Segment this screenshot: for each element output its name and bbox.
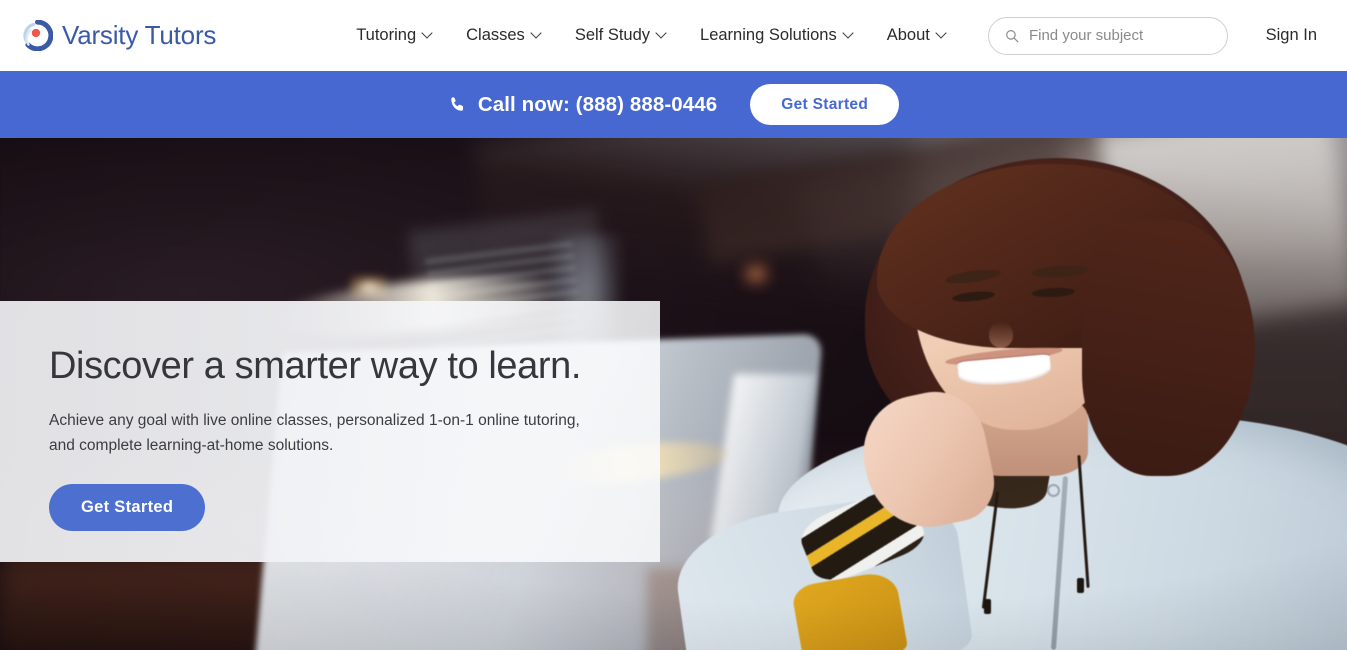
- chevron-down-icon: [937, 29, 946, 38]
- portrait-hair-side: [1081, 219, 1256, 476]
- main-navigation: Tutoring Classes Self Study Learning Sol…: [356, 20, 946, 51]
- site-header: Varsity Tutors Tutoring Classes Self Stu…: [0, 0, 1347, 71]
- nav-item-self-study[interactable]: Self Study: [575, 20, 666, 51]
- search-box[interactable]: [987, 16, 1228, 55]
- hero-get-started-button[interactable]: Get Started: [49, 484, 206, 532]
- portrait-drawstring-tip-left: [983, 598, 991, 614]
- nav-item-tutoring[interactable]: Tutoring: [356, 20, 432, 51]
- portrait-zipper-pull: [1046, 483, 1060, 497]
- hero-subtitle: Achieve any goal with live online classe…: [49, 411, 580, 454]
- banner-get-started-button[interactable]: Get Started: [750, 84, 900, 125]
- call-now-link[interactable]: Call now: (888) 888-0446: [448, 93, 717, 117]
- nav-label: Self Study: [574, 26, 651, 44]
- chevron-down-icon: [657, 29, 666, 38]
- nav-label: Learning Solutions: [700, 26, 837, 44]
- search-input[interactable]: [1028, 27, 1211, 44]
- nav-label: Tutoring: [356, 26, 417, 44]
- hero-section: Discover a smarter way to learn. Achieve…: [0, 138, 1347, 650]
- hero-content: Discover a smarter way to learn. Achieve…: [49, 345, 649, 532]
- nav-label: Classes: [466, 26, 525, 44]
- chevron-down-icon: [423, 29, 432, 38]
- varsity-swirl-logo-icon: [23, 20, 53, 51]
- hero-title: Discover a smarter way to learn.: [49, 345, 582, 387]
- portrait-drawstring-tip-right: [1076, 578, 1084, 594]
- brand-logo-link[interactable]: Varsity Tutors: [22, 20, 216, 51]
- varsity-tutors-homepage: Varsity Tutors Tutoring Classes Self Stu…: [0, 0, 1347, 650]
- sign-in-link[interactable]: Sign In: [1266, 26, 1321, 45]
- photo-student-portrait: [668, 138, 1347, 650]
- brand-name: Varsity Tutors: [62, 20, 217, 50]
- nav-item-classes[interactable]: Classes: [466, 20, 541, 51]
- portrait-nose: [988, 322, 1014, 348]
- nav-item-about[interactable]: About: [887, 20, 946, 51]
- call-now-banner: Call now: (888) 888-0446 Get Started: [0, 71, 1347, 138]
- chevron-down-icon: [532, 29, 541, 38]
- call-now-text: Call now: (888) 888-0446: [477, 92, 718, 116]
- nav-item-learning-solutions[interactable]: Learning Solutions: [700, 20, 853, 51]
- chevron-down-icon: [844, 29, 853, 38]
- nav-label: About: [886, 26, 930, 44]
- search-icon: [1005, 29, 1019, 42]
- phone-icon: [451, 97, 463, 111]
